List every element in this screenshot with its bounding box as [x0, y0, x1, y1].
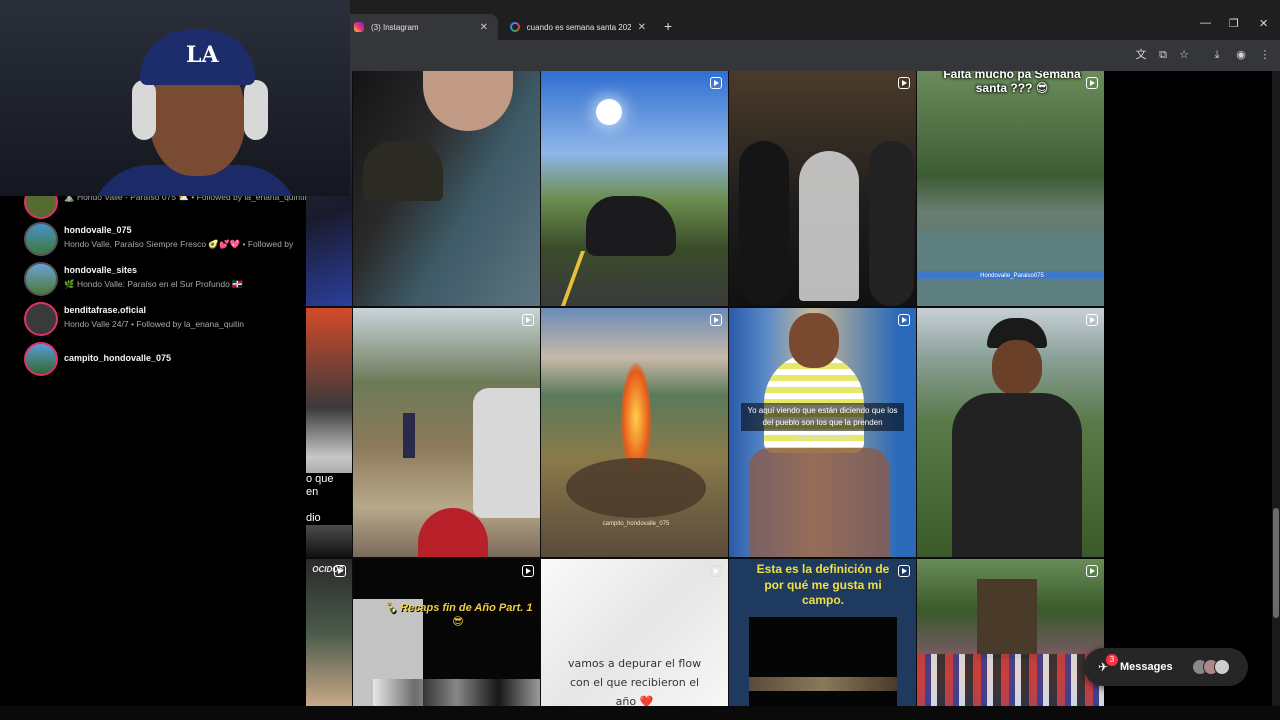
screen: (3) Instagram ✕ cuando es semana santa 2…	[0, 0, 1280, 720]
post-handle-text: @benditafrase.oficial	[795, 435, 853, 441]
instagram-icon	[354, 22, 364, 32]
unread-badge: 3	[1106, 654, 1118, 666]
tab-instagram[interactable]: (3) Instagram ✕	[344, 14, 498, 40]
close-icon[interactable]: ✕	[638, 22, 646, 33]
post-tile[interactable]: 🍾 Recaps fin de Año Part. 1 😎	[353, 559, 540, 706]
reel-icon	[522, 565, 534, 577]
account-username: campito_hondovalle_075	[64, 353, 172, 363]
reel-icon	[522, 314, 534, 326]
close-window-button[interactable]: ✕	[1259, 17, 1268, 30]
post-tile[interactable]: Falta mucho pa Semana santa ??? 😎 Hondov…	[917, 71, 1104, 306]
tab-google-search[interactable]: cuando es semana santa 2026 ✕	[500, 14, 656, 40]
la-logo-icon: LA	[186, 42, 219, 68]
avatar	[24, 222, 58, 256]
post-caption-text: o que en dio	[306, 473, 352, 525]
post-caption-text: Falta mucho pa Semana santa ??? 😎	[943, 71, 1081, 95]
reel-icon	[898, 565, 910, 577]
profile-icon[interactable]: ◉	[1234, 48, 1248, 62]
avatar	[24, 342, 58, 376]
reel-icon	[710, 565, 722, 577]
reel-icon	[1086, 77, 1098, 89]
post-tile[interactable]	[541, 71, 728, 306]
maximize-button[interactable]: ❐	[1229, 17, 1239, 30]
account-result[interactable]: benditafrase.oficial Hondo Valle 24/7 • …	[24, 302, 304, 336]
bookmark-star-icon[interactable]: ☆	[1177, 48, 1191, 62]
account-subtitle: Hondo Valle, Paraíso Siempre Fresco 🥑💕💖 …	[64, 239, 294, 249]
post-caption-text: 🍾 Recaps fin de Año Part. 1 😎	[383, 602, 533, 628]
post-caption-text: Yo aquí viendo que están diciendo que lo…	[741, 403, 904, 431]
avatar	[24, 302, 58, 336]
post-caption-text: vamos a depurar el flow con el que recib…	[567, 657, 702, 706]
reel-icon	[710, 314, 722, 326]
account-subtitle: Hondo Valle 24/7 • Followed by la_enana_…	[64, 319, 245, 329]
post-tile[interactable]: Esta es la definición de por qué me gust…	[729, 559, 916, 706]
account-result[interactable]: hondovalle_075 Hondo Valle, Paraíso Siem…	[24, 222, 304, 256]
account-result[interactable]: campito_hondovalle_075	[24, 342, 304, 376]
account-username: hondovalle_sites	[64, 265, 138, 275]
translate-icon[interactable]: 文	[1134, 48, 1148, 62]
message-avatars	[1192, 659, 1230, 675]
post-tile[interactable]: Yo aquí viendo que están diciendo que lo…	[729, 308, 916, 557]
close-icon[interactable]: ✕	[480, 22, 488, 33]
post-watermark: Hondovalle_Paraiso075	[980, 273, 1044, 279]
scrollbar-thumb[interactable]	[1273, 508, 1279, 618]
account-username: hondovalle_075	[64, 225, 132, 235]
cast-icon[interactable]: ⧉	[1156, 48, 1170, 62]
webcam-overlay: LA	[0, 0, 350, 196]
page-background	[1104, 71, 1272, 706]
reel-icon	[710, 77, 722, 89]
post-tile[interactable]: vamos a depurar el flow con el que recib…	[541, 559, 728, 706]
avatar	[24, 262, 58, 296]
tab-title: (3) Instagram	[371, 22, 419, 32]
reel-icon	[898, 77, 910, 89]
account-result[interactable]: hondovalle_sites 🌿 Hondo Valle: Paraíso …	[24, 262, 304, 296]
reel-icon	[898, 314, 910, 326]
minimize-button[interactable]: —	[1200, 17, 1211, 29]
post-watermark: campito_hondovalle_075	[602, 521, 670, 527]
post-tile[interactable]	[729, 71, 916, 306]
reel-icon	[1086, 565, 1098, 577]
avatar	[1214, 659, 1230, 675]
post-tile[interactable]: campito_hondovalle_075	[541, 308, 728, 557]
post-tile[interactable]	[917, 308, 1104, 557]
account-subtitle: 🌿 Hondo Valle: Paraíso en el Sur Profund…	[64, 279, 243, 289]
post-tile[interactable]	[353, 71, 540, 306]
reel-icon	[334, 565, 346, 577]
account-username: benditafrase.oficial	[64, 305, 147, 315]
post-tile[interactable]	[917, 559, 1104, 706]
download-icon[interactable]: ⤓	[1210, 48, 1224, 62]
post-tile[interactable]	[353, 308, 540, 557]
posts-grid: Falta mucho pa Semana santa ??? 😎 Hondov…	[306, 71, 1104, 706]
new-tab-button[interactable]: +	[664, 18, 672, 34]
post-tile[interactable]: o que en dio	[306, 308, 352, 557]
bottom-bar	[0, 706, 1280, 720]
messages-label: Messages	[1120, 661, 1173, 673]
reel-icon	[1086, 314, 1098, 326]
menu-icon[interactable]: ⋮	[1258, 48, 1272, 62]
messages-button[interactable]: ✈ 3 Messages	[1084, 648, 1248, 686]
tab-title: cuando es semana santa 2026	[526, 22, 631, 32]
google-icon	[510, 22, 520, 32]
post-tile[interactable]: OCIDOS	[306, 559, 352, 706]
messenger-icon: ✈ 3	[1098, 654, 1118, 674]
post-caption-text: Esta es la definición de por qué me gust…	[756, 562, 890, 607]
